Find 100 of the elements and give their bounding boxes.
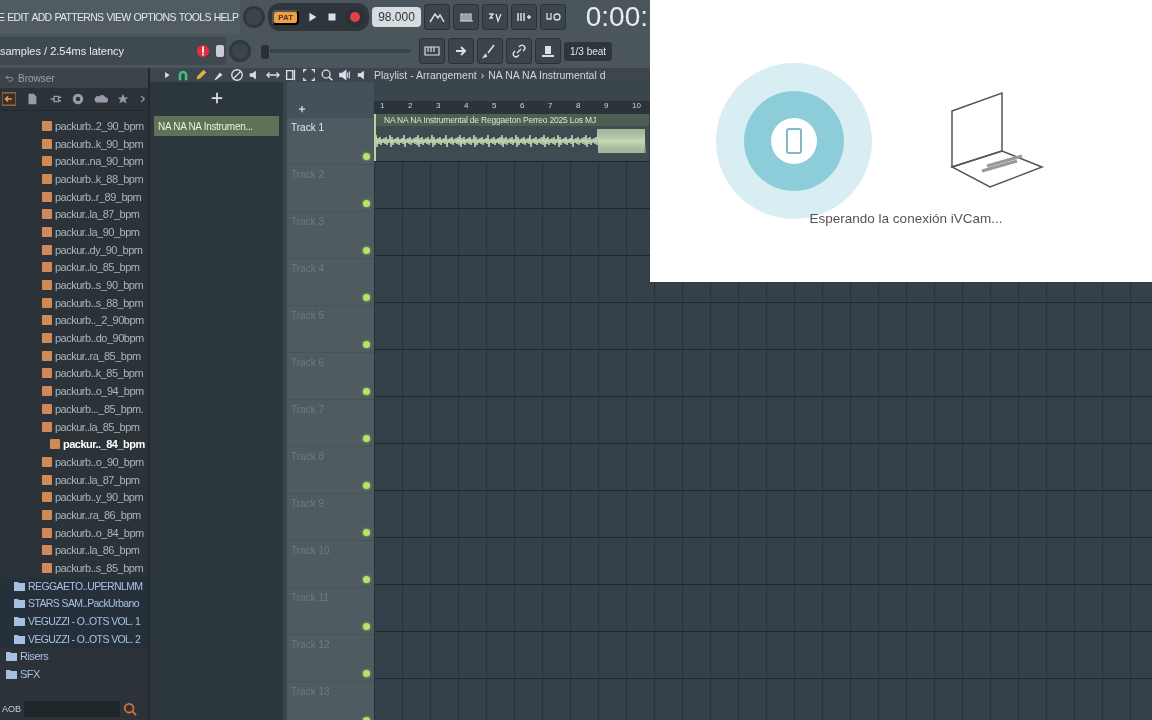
zoom-icon[interactable] [320, 68, 334, 82]
browser-item[interactable]: packur..dy_90_bpm [0, 240, 148, 259]
browser-item[interactable]: packurb..o_90_bpm [0, 453, 148, 471]
magnet-icon[interactable] [176, 68, 190, 82]
track-enable-led[interactable] [363, 200, 370, 207]
browser-item-label: packur..la_86_bpm [55, 544, 140, 557]
browser-item[interactable]: REGGAETO..UPERNLMM [0, 576, 148, 595]
playlist-breadcrumb[interactable]: NA NA NA Instrumental d [488, 69, 606, 81]
browser-item[interactable]: packurb..s_88_bpm [0, 293, 148, 312]
browser-item[interactable]: packur..la_85_bpm [0, 417, 148, 436]
menu-item[interactable]: ADD [31, 11, 52, 23]
track-label[interactable]: Track 1 [291, 122, 324, 133]
menu-item[interactable]: OPTIONS [133, 11, 176, 23]
record-button[interactable] [345, 7, 366, 27]
cloud-icon[interactable] [94, 92, 108, 106]
slider-thumb[interactable] [260, 44, 270, 60]
browser-item[interactable]: packurb..s_85_bpm [0, 559, 148, 577]
browser-title: Browser [18, 72, 55, 84]
tempo-display[interactable]: 98.000 [372, 7, 421, 27]
browser-item-label: packurb.._2_90bpm [55, 314, 144, 327]
menu-item[interactable]: TOOLS [178, 11, 211, 23]
browser-item[interactable]: packur..la_87_bpm [0, 470, 148, 489]
browser-item-label: packurb..r_89_bpm [55, 190, 142, 203]
browser-item-label: packurb..s_85_bpm [55, 562, 144, 575]
browser-item[interactable]: packurb..o_94_bpm [0, 382, 148, 400]
browser-item[interactable]: packurb..s_90_bpm [0, 276, 148, 294]
browser-item-label: packur..ra_86_bpm [55, 508, 141, 521]
browser-item[interactable]: packurb..do_90bpm [0, 329, 148, 347]
browser-item[interactable]: packur.._84_bpm [0, 435, 148, 454]
browser-item[interactable]: packurb.._2_90bpm [0, 311, 148, 330]
browser-item[interactable]: packur..lo_85_bpm [0, 258, 148, 277]
track-enable-led[interactable] [363, 153, 370, 160]
play-small-icon[interactable] [162, 70, 172, 80]
track-enable-led[interactable] [363, 482, 370, 489]
track-enable-led[interactable] [363, 576, 370, 583]
audio-file-icon [42, 297, 52, 308]
browser-item[interactable]: Risers [0, 647, 148, 666]
delete-icon[interactable] [230, 68, 244, 82]
track-enable-led[interactable] [363, 529, 370, 536]
brush-icon[interactable] [477, 38, 503, 64]
browser-item[interactable]: packur..ra_85_bpm [0, 346, 148, 365]
globe-icon[interactable] [71, 92, 85, 106]
pattern-item[interactable]: NA NA NA Instrumen... [154, 116, 279, 136]
browser-item[interactable]: packurb..._85_bpm. [0, 400, 148, 418]
track-enable-led[interactable] [363, 294, 370, 301]
back-icon[interactable] [2, 92, 16, 106]
chevron-right-icon[interactable] [138, 94, 148, 104]
track-enable-led[interactable] [363, 247, 370, 254]
menu-item[interactable]: HELP [213, 11, 239, 23]
warning-icon[interactable] [196, 44, 210, 58]
search-icon[interactable] [123, 702, 137, 716]
track-enable-led[interactable] [363, 670, 370, 677]
track-enable-led[interactable] [363, 388, 370, 395]
browser-item[interactable]: packurb..r_89_bpm [0, 187, 148, 206]
pattern-song-toggle[interactable]: PAT [272, 9, 300, 25]
bar-number: 9 [603, 101, 610, 112]
browser-item[interactable]: packur..la_86_bpm [0, 541, 148, 560]
menu-item[interactable]: PATTERNS [54, 11, 104, 23]
browser-item-label: REGGAETO..UPERNLMM [28, 579, 143, 592]
menu-item[interactable]: VIEW [106, 11, 131, 23]
waveform-peak-icon[interactable] [423, 4, 450, 30]
bar-number: 4 [463, 101, 470, 112]
browser-item[interactable]: packurb..k_88_bpm [0, 170, 148, 188]
select-icon[interactable] [302, 68, 316, 82]
browser-item[interactable]: packurb..y_90_bpm [0, 488, 148, 507]
snap-selector[interactable]: 1/3 beat [564, 41, 613, 61]
browser-item[interactable]: packur..ra_86_bpm [0, 506, 148, 524]
browser-item[interactable]: packur..la_90_bpm [0, 223, 148, 241]
audio-file-icon [42, 120, 52, 131]
browser-item[interactable]: packur..la_87_bpm [0, 205, 148, 224]
star-icon[interactable] [117, 93, 129, 105]
bar-number: 7 [547, 101, 554, 112]
browser-item-label: packur..ra_85_bpm [55, 349, 141, 362]
browser-item[interactable]: packurb..k_90_bpm [0, 134, 148, 153]
browser-item-label: packur..lo_85_bpm [55, 261, 140, 274]
browser-item[interactable]: VEGUZZI - O..OTS VOL. 1 [0, 612, 148, 630]
piano-icon[interactable] [419, 38, 445, 64]
browser-item[interactable]: packur..na_90_bpm [0, 152, 148, 171]
browser-item-label: Risers [20, 650, 49, 663]
browser-item[interactable]: packurb..k_85_bpm [0, 364, 148, 383]
folder-icon [14, 616, 25, 627]
browser-item-label: packurb..o_90_bpm [55, 455, 144, 468]
menu-item[interactable]: EDIT [7, 11, 29, 23]
undo-icon[interactable] [4, 73, 14, 83]
track-enable-led[interactable] [363, 435, 370, 442]
browser-item-label: packur..la_85_bpm [55, 420, 140, 433]
link-icon[interactable] [506, 38, 532, 64]
add-track-icon[interactable] [297, 104, 307, 114]
slice-icon[interactable] [284, 68, 298, 82]
audio-file-icon [42, 368, 52, 379]
track-enable-led[interactable] [363, 341, 370, 348]
browser-item[interactable]: packurb..2_90_bpm [0, 117, 148, 135]
bar-number: 10 [631, 101, 642, 112]
speaker-icon[interactable] [338, 68, 352, 82]
step-edit-icon[interactable] [510, 4, 537, 30]
add-pattern-icon[interactable] [209, 91, 224, 105]
track-enable-led[interactable] [363, 623, 370, 630]
audio-clip[interactable]: NA NA NA Instrumental de Reggaeton Perreo 2025 Los MJ [374, 114, 649, 161]
browser-item[interactable]: packurb..o_84_bpm [0, 523, 148, 542]
browser-item[interactable]: SFX [0, 665, 148, 683]
